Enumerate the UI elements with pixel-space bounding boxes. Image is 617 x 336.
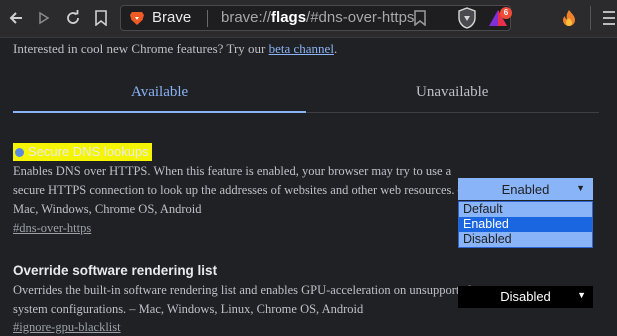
- highlight-dot-icon: [15, 148, 24, 157]
- address-bar[interactable]: Brave brave://flags/#dns-over-https: [120, 5, 511, 31]
- dropdown-arrow-icon: ▼: [576, 183, 585, 193]
- option-disabled[interactable]: Disabled: [459, 232, 592, 247]
- bookmark-star-icon[interactable]: [412, 10, 428, 26]
- intro-text: Interested in cool new Chrome features? …: [13, 41, 338, 56]
- flags-page: Interested in cool new Chrome features? …: [0, 38, 617, 336]
- url-text[interactable]: brave://flags/#dns-over-https: [221, 9, 414, 26]
- brave-lion-icon: [130, 12, 144, 25]
- brave-label: Brave: [152, 9, 192, 26]
- feature-hash-link[interactable]: #ignore-gpu-blacklist: [13, 320, 121, 335]
- option-default[interactable]: Default: [459, 202, 592, 217]
- rewards-badge: 6: [500, 7, 512, 19]
- feature-description-line: secure HTTPS connection to look up the a…: [13, 183, 464, 197]
- feature-hash-link[interactable]: #dns-over-https: [13, 221, 91, 236]
- dropdown-arrow-icon: ▼: [577, 290, 586, 300]
- tab-unavailable[interactable]: Unavailable: [416, 84, 488, 101]
- back-arrow-icon[interactable]: [6, 8, 26, 28]
- feature-description-line: Enables DNS over HTTPS. When this featur…: [13, 164, 452, 178]
- feature-description-line: system configurations. – Mac, Windows, L…: [13, 302, 364, 316]
- feature-title-secure-dns: Secure DNS lookups: [13, 143, 152, 161]
- menu-icon[interactable]: [603, 10, 615, 31]
- beta-channel-link[interactable]: beta channel: [269, 41, 334, 56]
- feature-title-override-rendering: Override software rendering list: [13, 263, 218, 278]
- secure-dns-select[interactable]: Enabled ▼: [458, 178, 593, 200]
- extension-icon[interactable]: [561, 9, 577, 32]
- tab-active-indicator: [13, 111, 306, 113]
- brave-shields-icon[interactable]: [457, 7, 477, 34]
- feature-description-line: Mac, Windows, Chrome OS, Android: [13, 202, 202, 216]
- bookmark-page-icon[interactable]: [91, 8, 111, 28]
- url-separator: [207, 10, 208, 27]
- tab-available[interactable]: Available: [131, 84, 188, 101]
- browser-toolbar: Brave brave://flags/#dns-over-https 6: [0, 0, 617, 38]
- override-rendering-select[interactable]: Disabled ▼: [458, 286, 593, 308]
- feature-description-line: Overrides the built-in software renderin…: [13, 283, 472, 297]
- toolbar-divider: [590, 6, 591, 30]
- reload-icon[interactable]: [63, 8, 83, 28]
- forward-icon[interactable]: [34, 8, 54, 28]
- secure-dns-options: Default Enabled Disabled: [458, 201, 593, 248]
- option-enabled[interactable]: Enabled: [459, 217, 592, 232]
